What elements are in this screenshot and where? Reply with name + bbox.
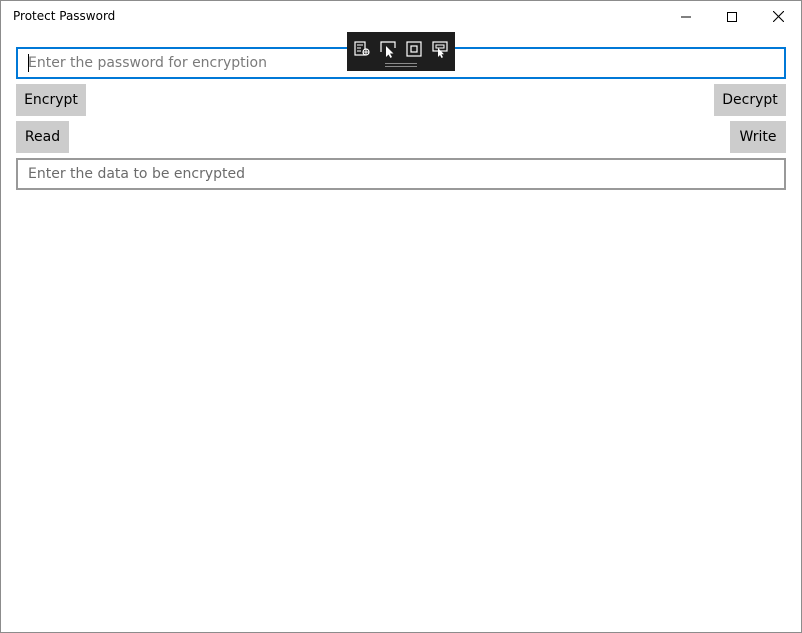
display-layout-adorners-icon [406,41,422,57]
live-visual-tree-button[interactable] [352,39,372,59]
encrypt-button[interactable]: Encrypt [16,84,86,116]
select-element-icon [380,41,396,58]
maximize-button[interactable] [709,1,755,32]
minimize-icon [681,16,691,17]
toolbar-drag-handle[interactable] [385,63,417,67]
window-title: Protect Password [13,9,116,23]
title-bar[interactable]: Protect Password [1,1,801,32]
xaml-debug-toolbar [347,32,455,71]
close-icon [772,11,784,22]
close-button[interactable] [755,1,801,32]
track-focused-element-icon [432,41,448,58]
decrypt-button[interactable]: Decrypt [714,84,786,116]
data-input[interactable] [16,158,786,190]
app-window: Protect Password [0,0,802,633]
write-button[interactable]: Write [730,121,786,153]
minimize-button[interactable] [663,1,709,32]
select-element-button[interactable] [378,39,398,59]
maximize-icon [727,11,737,22]
display-layout-adorners-button[interactable] [404,39,424,59]
text-caret [28,54,29,72]
read-button[interactable]: Read [16,121,69,153]
live-visual-tree-icon [354,41,370,56]
track-focused-element-button[interactable] [430,39,450,59]
